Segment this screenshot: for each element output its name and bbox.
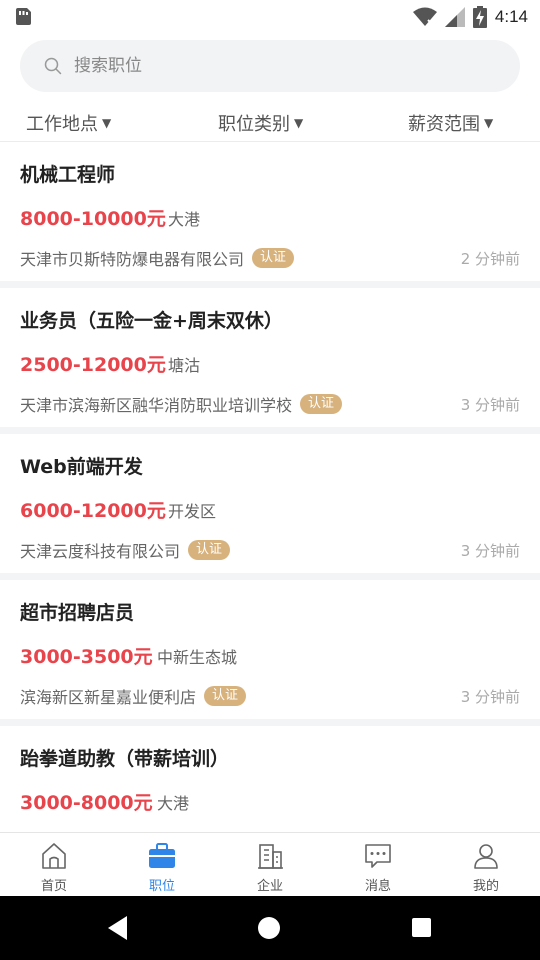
tab-home[interactable]: 首页 (0, 833, 108, 897)
tab-label: 我的 (472, 879, 499, 894)
job-title: 业务员（五险一金+周末双休） (20, 310, 283, 332)
filter-location[interactable]: 工作地点 ▼ (26, 110, 111, 136)
job-area: 塘沽 (168, 356, 201, 375)
company-name: 天津市贝斯特防爆电器有限公司 (20, 250, 245, 269)
filter-label: 职位类别 (218, 114, 290, 135)
job-company-row: 天津市滨海新区融华消防职业培训学校 认证 (20, 392, 343, 416)
filter-salary[interactable]: 薪资范围 ▼ (408, 110, 493, 136)
caret-down-icon: ▼ (294, 116, 304, 130)
job-title: 超市招聘店员 (20, 602, 135, 624)
tab-label: 首页 (40, 879, 67, 894)
filter-label: 薪资范围 (408, 114, 480, 135)
job-card[interactable]: 跆拳道助教（带薪培训） 3000-8000元 大港 (0, 726, 540, 832)
job-company-row: 天津市贝斯特防爆电器有限公司 认证 (20, 246, 295, 270)
job-card[interactable]: 业务员（五险一金+周末双休） 2500-12000元 塘沽 天津市滨海新区融华消… (0, 288, 540, 434)
tab-label: 职位 (148, 879, 175, 894)
job-card[interactable]: 机械工程师 8000-10000元 大港 天津市贝斯特防爆电器有限公司 认证 2… (0, 142, 540, 288)
bottom-tab-bar: 首页 职位 企业 消息 我的 (0, 832, 540, 896)
tab-label: 企业 (256, 879, 283, 894)
post-time: 3 分钟前 (460, 688, 520, 706)
job-salary: 3000-3500元 (20, 646, 153, 668)
company-name: 天津市滨海新区融华消防职业培训学校 (20, 396, 293, 415)
user-icon (474, 844, 498, 869)
post-time: 3 分钟前 (460, 396, 520, 414)
wifi-icon (412, 7, 437, 26)
job-title: 跆拳道助教（带薪培训） (20, 748, 230, 770)
tab-label: 消息 (364, 879, 391, 894)
company-name: 天津云度科技有限公司 (20, 542, 181, 561)
status-bar: 4:14 (0, 0, 540, 32)
verified-badge: 认证 (188, 540, 231, 560)
post-time: 2 分钟前 (460, 250, 520, 268)
post-time: 3 分钟前 (460, 542, 520, 560)
search-icon (44, 57, 62, 75)
job-list: 机械工程师 8000-10000元 大港 天津市贝斯特防爆电器有限公司 认证 2… (0, 142, 540, 832)
job-salary: 2500-12000元 (20, 354, 166, 376)
job-company-row: 滨海新区新星嘉业便利店 认证 (20, 684, 247, 708)
system-nav-bar (0, 896, 540, 960)
caret-down-icon: ▼ (484, 116, 494, 130)
home-icon (42, 843, 66, 869)
verified-badge: 认证 (204, 686, 247, 706)
verified-badge: 认证 (252, 248, 295, 268)
search-input[interactable] (74, 56, 474, 76)
app-screen: 4:14 工作地点 ▼ 职位类别 ▼ 薪资范围 ▼ 机械工程师 8000-100… (0, 0, 540, 960)
clock: 4:14 (494, 7, 528, 26)
job-card[interactable]: Web前端开发 6000-12000元 开发区 天津云度科技有限公司 认证 3 … (0, 434, 540, 580)
home-button-icon[interactable] (258, 917, 280, 939)
job-salary: 6000-12000元 (20, 500, 166, 522)
signal-icon (444, 7, 465, 27)
filter-bar: 工作地点 ▼ 职位类别 ▼ 薪资范围 ▼ (0, 104, 540, 142)
job-title: 机械工程师 (20, 164, 116, 186)
job-area: 开发区 (168, 502, 217, 521)
recent-apps-icon[interactable] (412, 918, 431, 937)
job-title: Web前端开发 (20, 456, 143, 478)
briefcase-icon (149, 843, 175, 868)
job-area: 中新生态城 (157, 648, 238, 667)
back-icon[interactable] (108, 916, 128, 940)
tab-jobs[interactable]: 职位 (108, 833, 216, 897)
job-area: 大港 (168, 210, 201, 229)
tab-messages[interactable]: 消息 (324, 833, 432, 897)
search-bar[interactable] (20, 40, 520, 92)
sim-card-icon (16, 8, 31, 25)
filter-category[interactable]: 职位类别 ▼ (218, 110, 303, 136)
job-company-row: 天津云度科技有限公司 认证 (20, 538, 231, 562)
building-icon (258, 844, 283, 869)
tab-profile[interactable]: 我的 (432, 833, 540, 897)
caret-down-icon: ▼ (102, 116, 112, 130)
job-area: 大港 (157, 794, 190, 813)
battery-charging-icon (472, 6, 487, 28)
tab-company[interactable]: 企业 (216, 833, 324, 897)
verified-badge: 认证 (300, 394, 343, 414)
job-salary: 3000-8000元 (20, 792, 153, 814)
job-card[interactable]: 超市招聘店员 3000-3500元 中新生态城 滨海新区新星嘉业便利店 认证 3… (0, 580, 540, 726)
filter-label: 工作地点 (26, 114, 98, 135)
message-icon (365, 844, 391, 868)
company-name: 滨海新区新星嘉业便利店 (20, 688, 197, 707)
job-salary: 8000-10000元 (20, 208, 166, 230)
